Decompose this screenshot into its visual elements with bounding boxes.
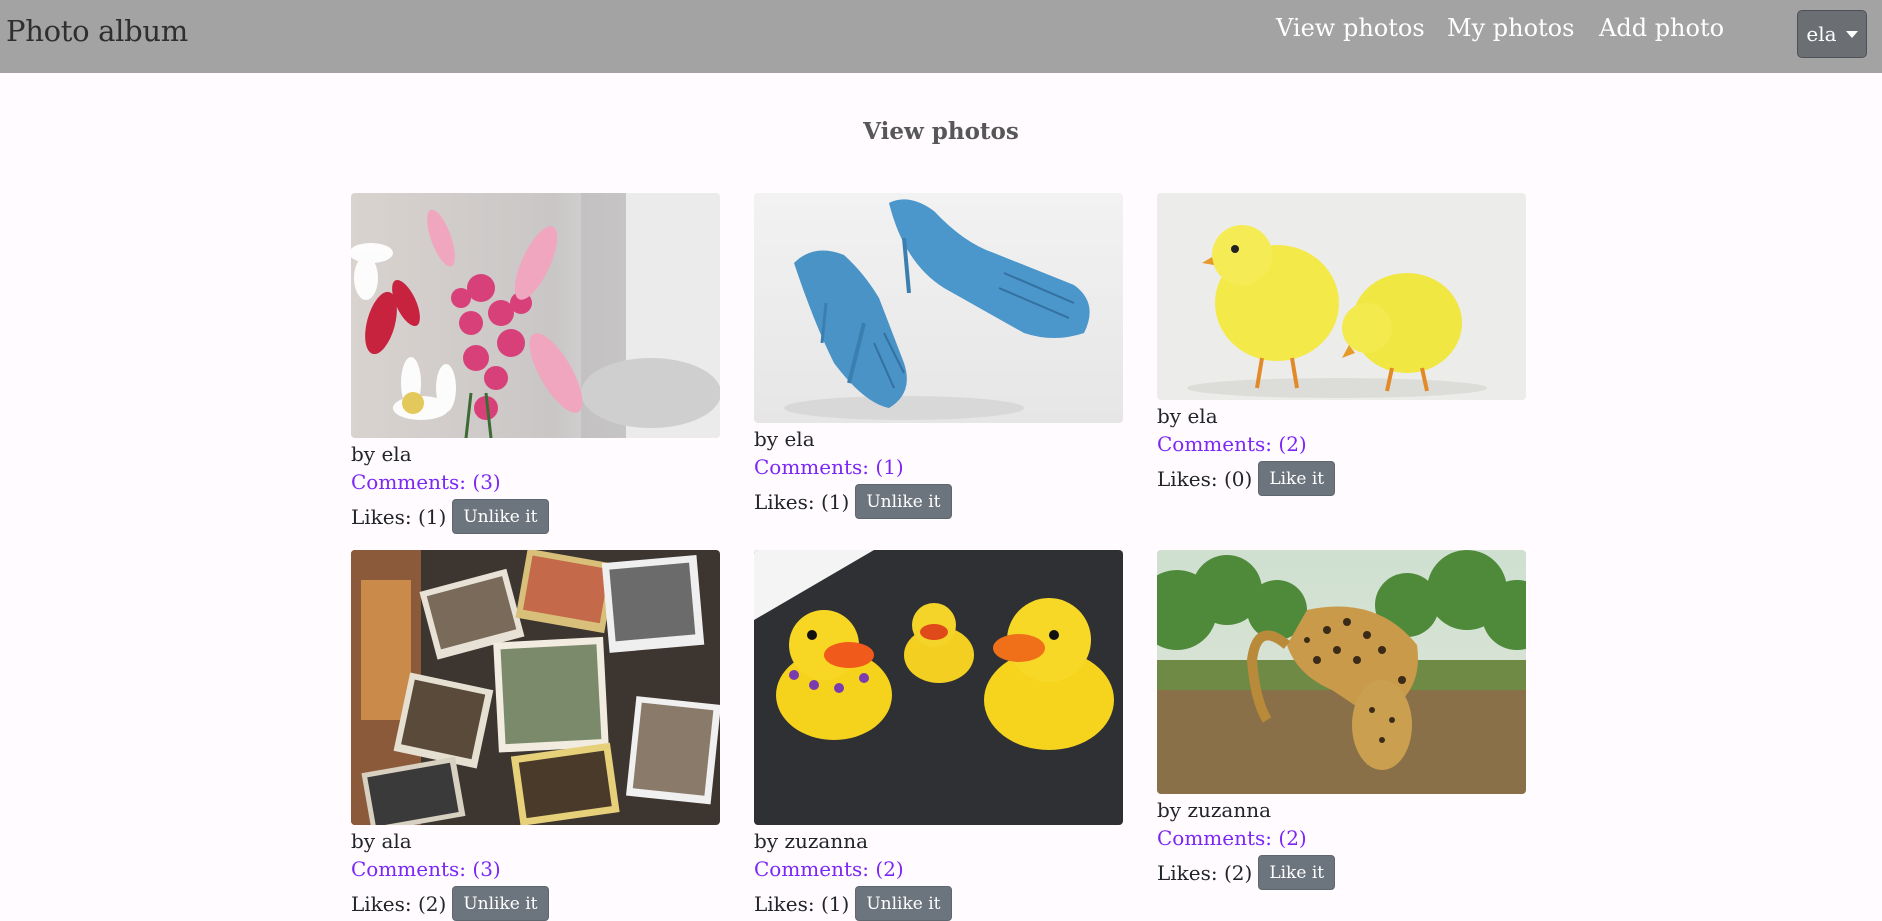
photo-image[interactable] [1157,550,1526,794]
likes-count: Likes: (2) [1157,860,1253,885]
comments-link[interactable]: Comments: (2) [754,855,1123,883]
like-button[interactable]: Like it [1258,855,1336,890]
unlike-button[interactable]: Unlike it [452,499,549,534]
photo-card: by ela Comments: (3) Likes: (1) Unlike i… [351,193,720,534]
photo-image[interactable] [1157,193,1526,400]
comments-link[interactable]: Comments: (2) [1157,824,1526,852]
likes-row: Likes: (2) Unlike it [351,886,720,921]
page-title: View photos [863,118,1019,145]
photo-card: by zuzanna Comments: (2) Likes: (2) Like… [1157,550,1526,890]
likes-row: Likes: (0) Like it [1157,461,1526,496]
likes-row: Likes: (1) Unlike it [351,499,720,534]
comments-link[interactable]: Comments: (3) [351,468,720,496]
nav-my-photos[interactable]: My photos [1447,14,1574,42]
photo-author: by ela [754,427,815,451]
user-dropdown-button[interactable]: ela [1797,10,1867,58]
top-navbar: Photo album View photos My photos Add ph… [0,0,1882,73]
like-button[interactable]: Like it [1258,461,1336,496]
unlike-button[interactable]: Unlike it [452,886,549,921]
photo-card: by ela Comments: (2) Likes: (0) Like it [1157,193,1526,496]
likes-row: Likes: (1) Unlike it [754,484,1123,519]
photo-image[interactable] [351,193,720,438]
photo-author: by ala [351,829,412,853]
photo-card: by zuzanna Comments: (2) Likes: (1) Unli… [754,550,1123,921]
nav-links: View photos My photos Add photo [0,14,1882,46]
comments-link[interactable]: Comments: (3) [351,855,720,883]
photo-image[interactable] [754,550,1123,825]
photo-card: by ala Comments: (3) Likes: (2) Unlike i… [351,550,720,921]
unlike-button[interactable]: Unlike it [855,886,952,921]
nav-view-photos[interactable]: View photos [1276,14,1425,42]
nav-add-photo[interactable]: Add photo [1599,14,1724,42]
photo-author: by zuzanna [1157,798,1272,822]
photo-author: by zuzanna [754,829,869,853]
unlike-button[interactable]: Unlike it [855,484,952,519]
likes-row: Likes: (1) Unlike it [754,886,1123,921]
likes-count: Likes: (1) [351,504,447,529]
likes-count: Likes: (2) [351,891,447,916]
photo-author: by ela [1157,404,1218,428]
photo-author: by ela [351,442,412,466]
photo-image[interactable] [351,550,720,825]
user-name: ela [1806,22,1837,46]
likes-count: Likes: (0) [1157,466,1253,491]
likes-row: Likes: (2) Like it [1157,855,1526,890]
likes-count: Likes: (1) [754,891,850,916]
likes-count: Likes: (1) [754,489,850,514]
comments-link[interactable]: Comments: (1) [754,453,1123,481]
caret-down-icon [1845,30,1858,38]
comments-link[interactable]: Comments: (2) [1157,430,1526,458]
photo-image[interactable] [754,193,1123,423]
photo-card: by ela Comments: (1) Likes: (1) Unlike i… [754,193,1123,519]
